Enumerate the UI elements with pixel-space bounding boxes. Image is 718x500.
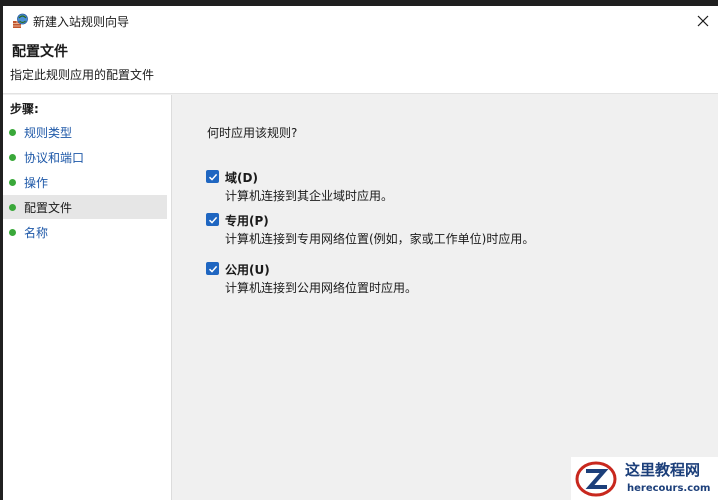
title-bar: 新建入站规则向导 (3, 6, 718, 36)
step-rule-type[interactable]: 规则类型 (3, 120, 167, 144)
profile-question: 何时应用该规则? (207, 126, 298, 140)
step-dot-icon (9, 203, 16, 211)
step-dot-icon (9, 153, 16, 161)
step-label: 协议和端口 (24, 150, 85, 165)
step-label: 配置文件 (24, 200, 73, 215)
step-dot-icon (9, 178, 16, 186)
step-protocol-ports[interactable]: 协议和端口 (3, 145, 167, 169)
watermark-url: herecours.com (627, 483, 711, 494)
checkmark-icon (208, 216, 217, 224)
wizard-window: 新建入站规则向导 配置文件 指定此规则应用的配置文件 步骤: 规则类型 协议和端… (3, 6, 718, 500)
watermark-logo-icon (573, 459, 619, 499)
domain-description: 计算机连接到其企业域时应用。 (225, 189, 394, 203)
domain-checkbox[interactable] (206, 170, 219, 183)
close-icon (697, 15, 709, 27)
public-description: 计算机连接到公用网络位置时应用。 (225, 281, 418, 295)
public-label[interactable]: 公用(U) (225, 261, 270, 278)
steps-heading: 步骤: (10, 102, 39, 116)
step-label: 名称 (24, 225, 49, 240)
main-panel: 何时应用该规则? 域(D) 计算机连接到其企业域时应用。 专用(P) 计算机连接… (172, 95, 718, 500)
steps-sidebar: 步骤: 规则类型 协议和端口 操作 配置文件 名称 (3, 95, 171, 500)
private-checkbox[interactable] (206, 213, 219, 226)
page-title: 配置文件 (12, 44, 68, 60)
page-subtitle: 指定此规则应用的配置文件 (10, 68, 155, 82)
step-label: 规则类型 (24, 125, 73, 140)
close-button[interactable] (688, 6, 718, 36)
step-label: 操作 (24, 175, 49, 190)
domain-label[interactable]: 域(D) (225, 169, 258, 186)
site-watermark: 这里教程网 herecours.com (571, 457, 718, 500)
watermark-name: 这里教程网 (625, 461, 701, 479)
step-dot-icon (9, 128, 16, 136)
step-dot-icon (9, 228, 16, 236)
window-title: 新建入站规则向导 (33, 15, 130, 29)
page-header: 配置文件 指定此规则应用的配置文件 (3, 36, 718, 94)
public-checkbox[interactable] (206, 262, 219, 275)
firewall-rule-icon (12, 13, 28, 29)
step-profile[interactable]: 配置文件 (3, 195, 167, 219)
step-action[interactable]: 操作 (3, 170, 167, 194)
private-label[interactable]: 专用(P) (225, 212, 269, 229)
step-name[interactable]: 名称 (3, 220, 167, 244)
checkmark-icon (208, 265, 217, 273)
private-description: 计算机连接到专用网络位置(例如，家或工作单位)时应用。 (225, 232, 535, 246)
checkmark-icon (208, 173, 217, 181)
